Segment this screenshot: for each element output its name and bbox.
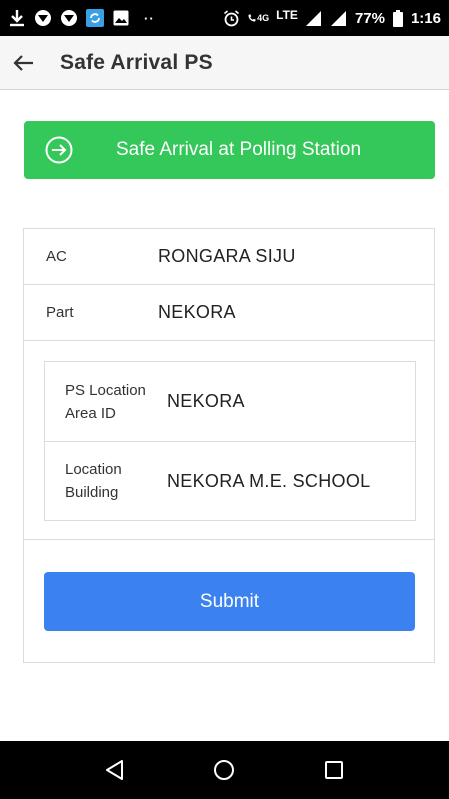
location-details: PS Location Area ID NEKORA Location Buil… (44, 361, 416, 521)
vpn-shield-icon (34, 9, 52, 27)
login-circle-icon (30, 121, 88, 179)
ac-value: RONGARA SIJU (158, 246, 296, 266)
submit-button[interactable]: Submit (44, 572, 415, 631)
notification-icons: ·· (8, 9, 155, 27)
location-building-value: NEKORA M.E. SCHOOL (167, 470, 371, 491)
section-divider (24, 539, 434, 540)
more-notifications-indicator: ·· (144, 10, 155, 26)
safe-arrival-button[interactable]: Safe Arrival at Polling Station (24, 121, 435, 179)
ps-location-value: NEKORA (167, 391, 245, 411)
ac-row: AC RONGARA SIJU (24, 229, 434, 285)
ps-location-row: PS Location Area ID NEKORA (45, 362, 415, 441)
arrow-left-icon (12, 54, 34, 72)
app-bar: Safe Arrival PS (0, 36, 449, 90)
triangle-back-icon (104, 759, 126, 781)
alarm-icon (222, 9, 240, 27)
page-title: Safe Arrival PS (60, 50, 213, 74)
download-icon (8, 9, 26, 27)
network-type: LTE (276, 8, 298, 22)
location-building-label: Location Building (65, 461, 122, 501)
network-type-small: 4G (257, 13, 270, 23)
image-icon (112, 9, 130, 27)
ac-label: AC (46, 248, 67, 265)
sync-app-icon (86, 9, 104, 27)
nav-recent-button[interactable] (310, 746, 358, 794)
details-card: AC RONGARA SIJU Part NEKORA PS Location … (23, 228, 435, 663)
nav-back-button[interactable] (91, 746, 139, 794)
square-recent-icon (324, 760, 344, 780)
ps-location-label: PS Location Area ID (65, 381, 146, 422)
navigation-bar (0, 741, 449, 799)
nav-home-button[interactable] (200, 746, 248, 794)
part-label: Part (46, 304, 74, 321)
signal-icon-2 (330, 9, 348, 27)
back-button[interactable] (0, 36, 46, 90)
wifi-call-icon: 4G (247, 9, 269, 27)
clock: 1:16 (410, 9, 441, 27)
status-bar: ·· 4G LTE 77% 1:16 (0, 0, 449, 36)
battery-percent: 77% (354, 9, 385, 27)
system-status: 4G LTE 77% 1:16 (222, 8, 441, 27)
part-value: NEKORA (158, 302, 236, 322)
part-row: Part NEKORA (24, 285, 434, 341)
safe-arrival-label: Safe Arrival at Polling Station (116, 139, 362, 160)
battery-icon (392, 9, 404, 27)
location-building-row: Location Building NEKORA M.E. SCHOOL (45, 441, 415, 520)
vpn-shield-icon-2 (60, 9, 78, 27)
signal-icon (305, 9, 323, 27)
circle-home-icon (213, 759, 235, 781)
